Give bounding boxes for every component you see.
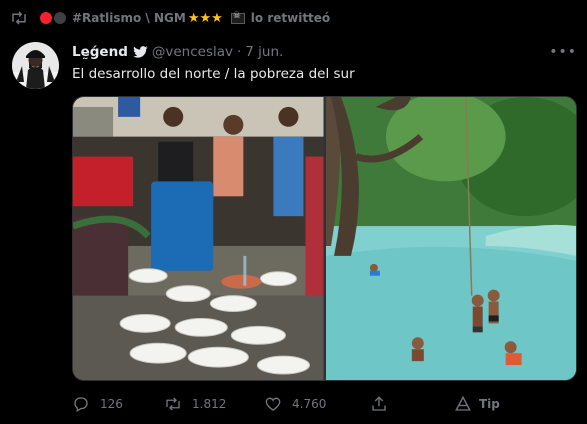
stars-emoji: ★★★ [187,10,223,26]
tip-label: Tip [479,397,500,411]
tweet-actions: 126 1.812 4.760 Tip [72,392,552,416]
tweet-date[interactable]: 7 jun. [245,44,283,60]
status-dot-gray [54,12,66,24]
like-button[interactable]: 4.760 [264,392,326,416]
retweeter-name[interactable]: #Ratlismo \ NGM [72,11,186,25]
share-icon [372,396,386,411]
like-count: 4.760 [292,397,327,411]
more-icon[interactable]: ••• [549,44,577,60]
tip-button[interactable]: Tip [454,392,500,416]
reply-count: 126 [100,397,123,411]
reply-button[interactable]: 126 [72,392,123,416]
heart-icon [265,397,281,411]
retweet-context-row[interactable]: #Ratlismo \ NGM ★★★ lo retwitteó [10,8,330,28]
retweet-icon [166,397,180,411]
pirate-flag-icon [230,11,245,24]
avatar[interactable] [12,42,59,89]
photo-water-line[interactable] [73,97,324,380]
tweet-header: Lḛǵend @venceslav · 7 jun. [72,42,567,62]
reply-icon [74,397,88,412]
author-name[interactable]: Lḛǵend [72,44,128,60]
retweet-icon [12,11,26,25]
tip-icon [455,395,471,411]
bird-icon [133,46,148,58]
retweet-button[interactable]: 1.812 [164,392,226,416]
share-button[interactable] [370,392,398,416]
header-separator: · [237,44,242,60]
tweet-text: El desarrollo del norte / la pobreza del… [72,66,355,82]
status-dot-red [40,12,52,24]
photo-river-swimming[interactable] [325,97,576,380]
tweet-media[interactable] [72,96,577,381]
retweeted-label: lo retwitteó [250,11,331,25]
author-handle[interactable]: @venceslav [152,44,233,60]
retweet-count: 1.812 [192,397,227,411]
